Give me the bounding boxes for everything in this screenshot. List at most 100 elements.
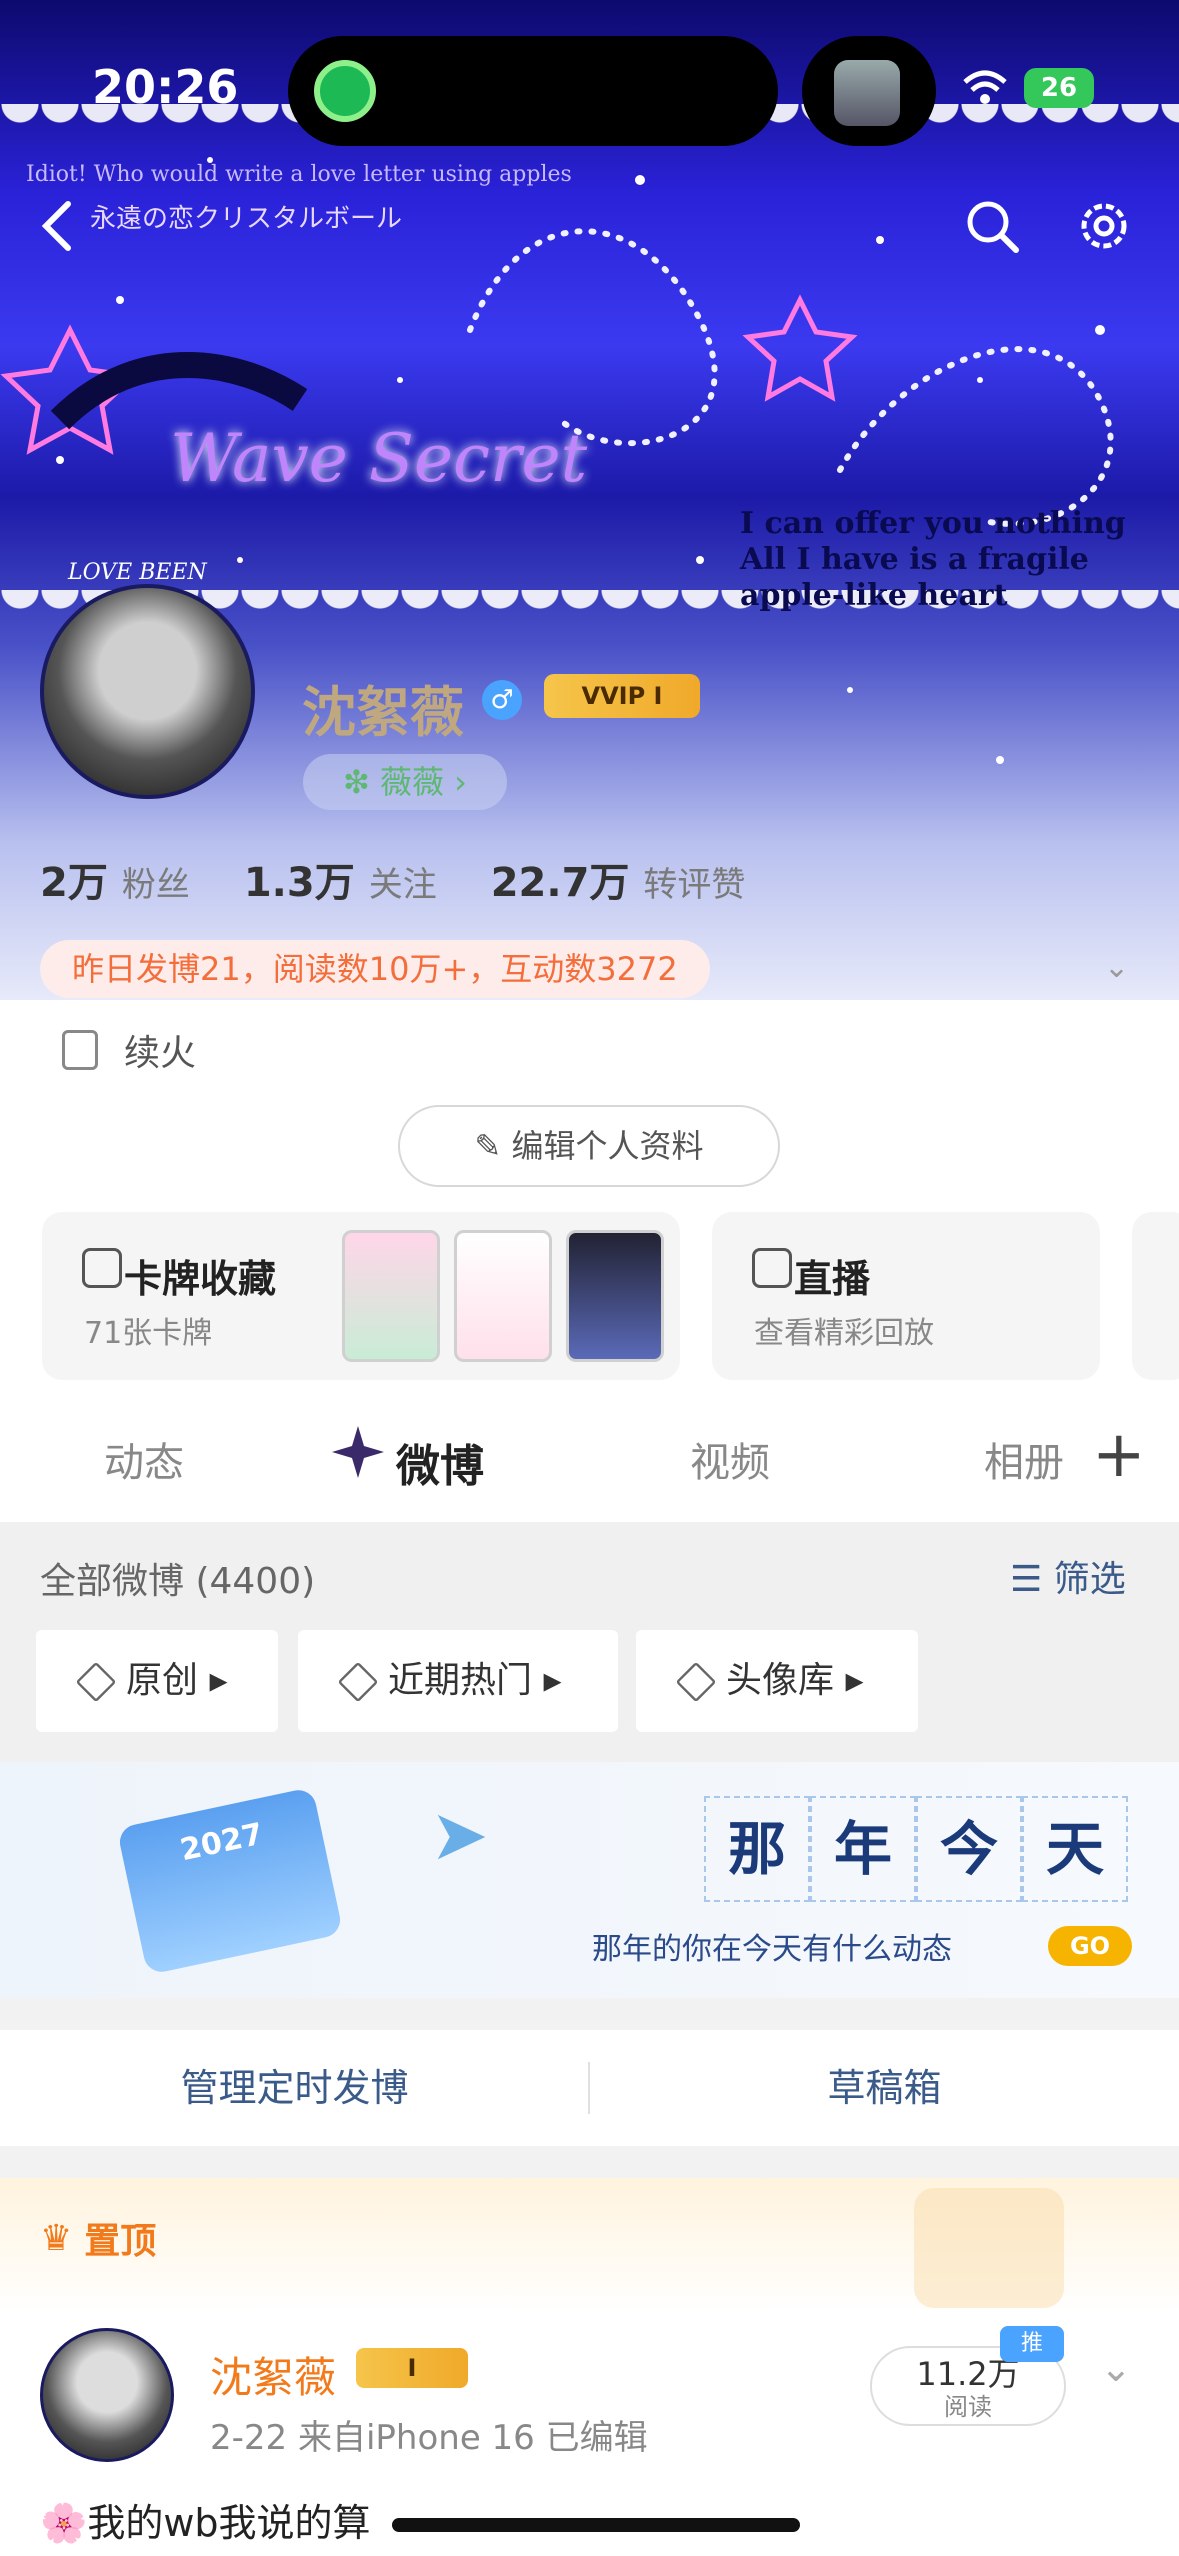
chip-original[interactable]: 原创 ▸ [36, 1630, 278, 1732]
contact-thumbnail [834, 60, 900, 126]
crown-icon: ♛ [40, 2217, 73, 2259]
wifi-icon [962, 68, 1008, 118]
chip-avatars-label: 头像库 [726, 1660, 835, 1701]
chip-original-label: 原创 [126, 1660, 199, 1701]
profile-username: 沈絮薇 [302, 681, 464, 744]
bio-text: 续火 [124, 1033, 197, 1074]
layers-icon [75, 1661, 117, 1703]
document-icon [62, 1030, 98, 1070]
cover-quote-line2: All I have is a fragile apple-like heart [740, 542, 1089, 613]
search-icon[interactable] [962, 196, 1022, 256]
stat-following-count: 1.3万 [243, 860, 355, 906]
mini-card-2[interactable] [454, 1230, 552, 1362]
tab-weibo[interactable]: 微博 [396, 1430, 484, 1494]
post-author-avatar[interactable] [40, 2328, 174, 2462]
banner-subtitle: 那年的你在今天有什么动态 [592, 1932, 952, 1967]
cover-quote: I can offer you nothing All I have is a … [740, 506, 1179, 614]
battery-icon: 26 [1024, 68, 1094, 108]
activity-summary[interactable]: 昨日发博21，阅读数10万+，互动数3272 [40, 940, 710, 998]
stat-fans[interactable]: 2万 粉丝 [40, 850, 190, 908]
cover-tagline: Idiot! Who would write a love letter usi… [26, 162, 572, 187]
male-gender-icon: ♂ [482, 680, 522, 720]
memories-banner[interactable]: 2027 ➤ 那 年 今 天 那年的你在今天有什么动态 GO [0, 1762, 1179, 1998]
profile-cover: Idiot! Who would write a love letter usi… [0, 0, 1179, 1080]
calendar-illustration: 2027 [116, 1786, 344, 1976]
post-text: 🌸我的wb我说的算 [40, 2501, 371, 2545]
music-app-icon [314, 60, 376, 122]
calendar-year: 2027 [177, 1816, 267, 1869]
stat-fans-label: 粉丝 [121, 865, 190, 905]
mini-card-3[interactable] [566, 1230, 664, 1362]
filter-button[interactable]: ☰ 筛选 [1010, 1550, 1126, 1602]
edit-profile-button[interactable]: ✎ 编辑个人资料 [398, 1105, 780, 1187]
profile-avatar[interactable] [40, 584, 255, 799]
paper-plane-icon: ➤ [430, 1794, 489, 1876]
mini-card-1[interactable] [342, 1230, 440, 1362]
live-activity[interactable] [802, 36, 936, 146]
home-indicator[interactable] [392, 2518, 800, 2532]
pinned-header: ♛ 置顶 [40, 2212, 156, 2264]
pencil-icon: ✎ [474, 1127, 512, 1165]
avatar-frame-text: LOVE BEEN [68, 560, 207, 585]
post-actions: 管理定时发博 草稿箱 [0, 2030, 1179, 2146]
filter-icon: ☰ [1010, 1559, 1054, 1600]
post-meta: 2-22 来自iPhone 16 已编辑 [210, 2418, 648, 2458]
banner-char: 那 [704, 1796, 810, 1902]
scheduled-posts-button[interactable]: 管理定时发博 [0, 2030, 589, 2146]
go-button[interactable]: GO [1048, 1926, 1132, 1966]
post-vip-badge: I [356, 2348, 468, 2388]
chip-trending[interactable]: 近期热门 ▸ [298, 1630, 618, 1732]
chevron-down-icon[interactable]: ⌄ [1100, 2346, 1132, 2390]
card-collection-sub: 71张卡牌 [84, 1316, 213, 1351]
card-live-title: 直播 [794, 1257, 871, 1301]
stat-fans-count: 2万 [40, 860, 108, 906]
post-author-name[interactable]: 沈絮薇 [210, 2344, 336, 2405]
edit-profile-label: 编辑个人资料 [511, 1127, 704, 1165]
card-collection-title: 卡牌收藏 [124, 1257, 277, 1301]
stat-following[interactable]: 1.3万 关注 [244, 850, 437, 908]
layers-icon [675, 1661, 717, 1703]
add-tab-icon[interactable]: + [1092, 1418, 1146, 1492]
banner-title: 那 年 今 天 [704, 1796, 1128, 1902]
chip-trending-label: 近期热门 [388, 1660, 533, 1701]
cover-quote-line1: I can offer you nothing [740, 506, 1126, 541]
profile-bio: 续火 [62, 1024, 196, 1076]
pinned-label: 置顶 [84, 2221, 157, 2262]
crown-decoration [914, 2188, 1064, 2308]
promote-read-count[interactable]: 推广 11.2万 阅读 [870, 2326, 1066, 2426]
card-live[interactable]: 直播 查看精彩回放 [712, 1212, 1100, 1380]
tab-album[interactable]: 相册 [984, 1430, 1064, 1488]
tab-video[interactable]: 视频 [690, 1430, 770, 1488]
pinned-post[interactable]: ♛ 置顶 沈絮薇 I 2-22 来自iPhone 16 已编辑 推广 11.2万… [0, 2178, 1179, 2556]
vvip-badge[interactable]: VVIP I [544, 674, 700, 718]
card-collection-icon [82, 1248, 122, 1288]
stat-engagement-count: 22.7万 [490, 860, 630, 906]
feed-filter-bar: 全部微博 (4400) ☰ 筛选 原创 ▸ 近期热门 ▸ 头像库 ▸ [0, 1522, 1179, 1762]
chip-avatars[interactable]: 头像库 ▸ [636, 1630, 918, 1732]
profile-tabs: 动态 微博 视频 相册 + [0, 1394, 1179, 1522]
banner-char: 今 [916, 1796, 1022, 1902]
dynamic-island[interactable] [288, 36, 778, 146]
banner-char: 年 [810, 1796, 916, 1902]
status-time: 20:26 [92, 60, 239, 114]
tab-weibo-decoration-icon [330, 1424, 386, 1480]
banner-char: 天 [1022, 1796, 1128, 1902]
card-more[interactable] [1132, 1212, 1179, 1380]
filter-label: 筛选 [1053, 1559, 1126, 1600]
stat-following-label: 关注 [368, 865, 437, 905]
all-weibo-count: 全部微博 (4400) [40, 1561, 316, 1602]
promote-tag: 推广 [1000, 2326, 1064, 2392]
card-live-sub: 查看精彩回放 [754, 1316, 934, 1351]
settings-gear-icon[interactable] [1074, 196, 1134, 256]
cover-jp-title: 永遠の恋クリスタルボール [90, 204, 403, 234]
stat-engagement[interactable]: 22.7万 转评赞 [491, 850, 746, 908]
card-collection[interactable]: 卡牌收藏 71张卡牌 [42, 1212, 680, 1380]
back-icon[interactable] [30, 196, 90, 256]
tv-icon [752, 1248, 792, 1288]
fan-group-pill[interactable]: ❇ 薇薇 › [303, 754, 507, 810]
drafts-button[interactable]: 草稿箱 [590, 2030, 1179, 2146]
stat-engagement-label: 转评赞 [643, 865, 746, 905]
tab-dynamic[interactable]: 动态 [104, 1430, 184, 1488]
chevron-down-icon[interactable]: ⌄ [1104, 950, 1129, 985]
profile-stats: 2万 粉丝 1.3万 关注 22.7万 转评赞 [40, 850, 745, 908]
